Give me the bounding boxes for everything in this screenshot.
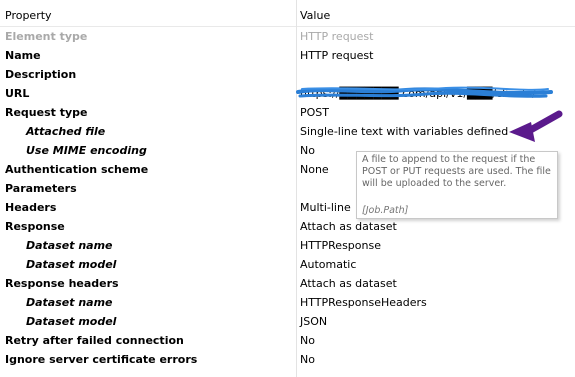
property-grid: Property Value Element type HTTP request… <box>0 0 575 377</box>
row-ignore-certificate-errors[interactable]: Ignore server certificate errors No <box>0 350 575 369</box>
property-label: Authentication scheme <box>5 163 149 176</box>
property-label: Name <box>5 49 41 62</box>
row-response-headers[interactable]: Response headers Attach as dataset <box>0 274 575 293</box>
row-response[interactable]: Response Attach as dataset <box>0 217 575 236</box>
property-label: Dataset model <box>26 258 117 271</box>
header-property[interactable]: Property <box>5 9 52 22</box>
property-label: Request type <box>5 106 88 119</box>
property-value[interactable]: POST <box>300 103 329 122</box>
row-response-dataset-name[interactable]: Dataset name HTTPResponse <box>0 236 575 255</box>
row-response-dataset-model[interactable]: Dataset model Automatic <box>0 255 575 274</box>
row-description[interactable]: Description <box>0 65 575 84</box>
property-value[interactable]: Attach as dataset <box>300 274 397 293</box>
tooltip-variable: [Job.Path] <box>362 205 409 216</box>
property-value[interactable]: Automatic <box>300 255 356 274</box>
property-label: Retry after failed connection <box>5 334 184 347</box>
property-label: Parameters <box>5 182 77 195</box>
property-value[interactable]: No <box>300 350 315 369</box>
property-value[interactable]: No <box>300 331 315 350</box>
property-value[interactable]: Multi-line <box>300 198 351 217</box>
property-value: HTTP request <box>300 30 374 43</box>
property-label: Ignore server certificate errors <box>5 353 198 366</box>
property-value[interactable]: Single-line text with variables defined <box>300 122 508 141</box>
property-label: Attached file <box>26 125 106 138</box>
row-headers-dataset-model[interactable]: Dataset model JSON <box>0 312 575 331</box>
property-label: URL <box>5 87 30 100</box>
row-retry-after-failed-connection[interactable]: Retry after failed connection No <box>0 331 575 350</box>
property-value[interactable]: HTTPResponse <box>300 236 381 255</box>
property-label: Element type <box>5 30 88 43</box>
tooltip-text: A file to append to the request if the P… <box>362 154 551 189</box>
property-value[interactable]: HTTPResponseHeaders <box>300 293 427 312</box>
property-label: Dataset model <box>26 315 117 328</box>
header-value[interactable]: Value <box>300 9 330 22</box>
row-attached-file[interactable]: Attached file Single-line text with vari… <box>0 122 575 141</box>
property-value[interactable]: No <box>300 141 315 160</box>
tooltip: A file to append to the request if the P… <box>356 151 558 219</box>
row-request-type[interactable]: Request type POST <box>0 103 575 122</box>
property-value[interactable]: JSON <box>300 312 327 331</box>
row-element-type[interactable]: Element type HTTP request <box>0 27 575 46</box>
arrow-icon <box>509 110 563 142</box>
property-label: Response <box>5 220 65 233</box>
row-name[interactable]: Name HTTP request <box>0 46 575 65</box>
property-label: Dataset name <box>26 296 113 309</box>
property-label: Use MIME encoding <box>26 144 147 157</box>
property-value[interactable]: HTTP request <box>300 46 373 65</box>
property-label: Dataset name <box>26 239 113 252</box>
property-label: Headers <box>5 201 57 214</box>
property-value[interactable]: Attach as dataset <box>300 217 397 236</box>
property-label: Description <box>5 68 77 81</box>
row-headers-dataset-name[interactable]: Dataset name HTTPResponseHeaders <box>0 293 575 312</box>
redaction-scribble <box>296 86 553 98</box>
property-label: Response headers <box>5 277 119 290</box>
property-value[interactable]: None <box>300 160 329 179</box>
